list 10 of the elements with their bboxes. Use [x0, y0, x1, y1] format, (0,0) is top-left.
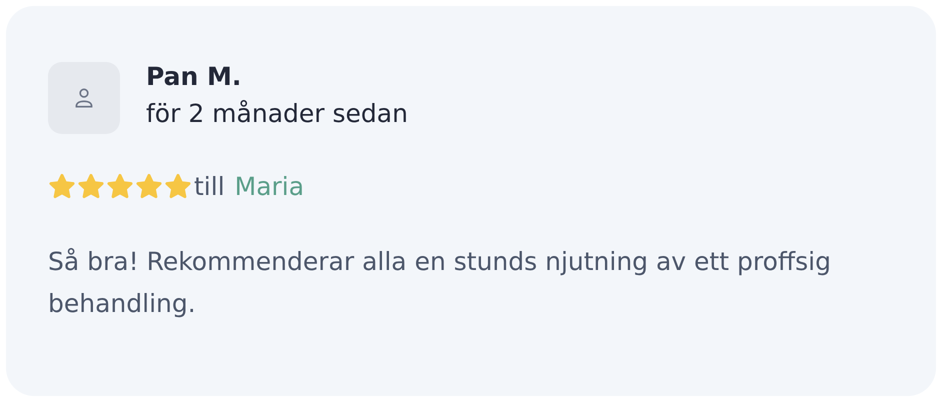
star-icon	[77, 173, 105, 200]
to-label: till	[194, 172, 225, 201]
staff-link[interactable]: Maria	[234, 172, 304, 201]
star-icon	[48, 173, 76, 200]
author-name: Pan M.	[146, 62, 242, 91]
star-icon	[106, 173, 134, 200]
star-icon	[135, 173, 163, 200]
review-time: för 2 månader sedan	[146, 99, 408, 128]
star-icon	[164, 173, 192, 200]
review-text: Så bra! Rekommenderar alla en stunds njutning av ett proffsig behandling.	[48, 246, 832, 320]
